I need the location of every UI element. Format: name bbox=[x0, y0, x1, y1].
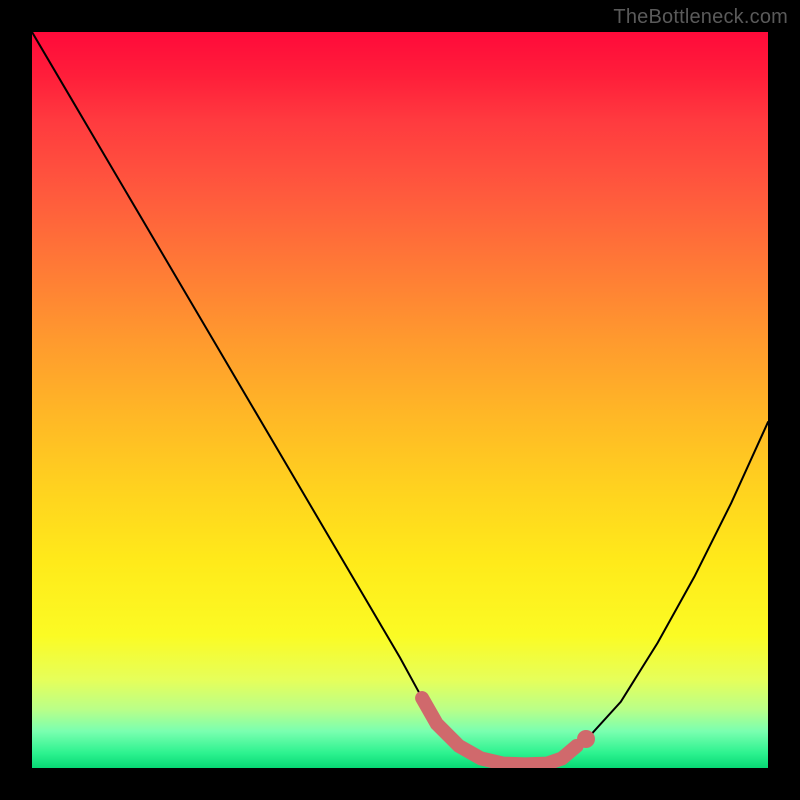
bottleneck-curve bbox=[32, 32, 768, 764]
watermark-text: TheBottleneck.com bbox=[613, 6, 788, 29]
chart-frame: TheBottleneck.com bbox=[0, 0, 800, 800]
highlight-segment bbox=[422, 698, 576, 764]
highlight-end-dot bbox=[577, 730, 595, 748]
plot-area bbox=[32, 32, 768, 768]
curve-layer bbox=[32, 32, 768, 768]
